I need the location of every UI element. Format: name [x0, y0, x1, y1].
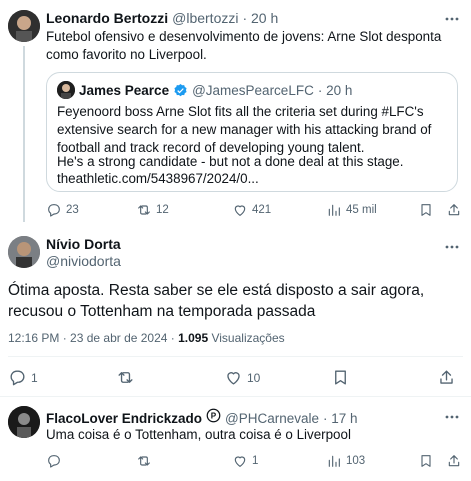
- share-icon: [440, 370, 453, 384]
- tweet-2: Nívio Dorta @niviodorta Ótima aposta. Re…: [0, 228, 471, 398]
- tweet-1[interactable]: Leonardo Bertozzi @lbertozzi · 20 h Fute…: [0, 0, 471, 228]
- views-number: 1.095: [178, 331, 209, 345]
- divider: [0, 396, 471, 397]
- views-count: 45 mil: [346, 204, 377, 216]
- verified-badge-icon: [173, 83, 188, 98]
- quote-author-name: James Pearce: [79, 82, 170, 98]
- like-count: 10: [247, 370, 261, 385]
- author-handle[interactable]: @lbertozzi: [172, 10, 238, 26]
- divider: [8, 356, 463, 357]
- views-label: Visualizações: [208, 331, 285, 345]
- views-button[interactable]: 45 mil: [326, 202, 377, 218]
- retweet-count: 12: [156, 204, 169, 216]
- retweet-icon: [138, 205, 150, 215]
- quote-author-handle: @JamesPearceLFC: [192, 82, 314, 98]
- reply-icon: [10, 370, 25, 386]
- bookmark-icon: [421, 455, 431, 467]
- views-button[interactable]: 103: [326, 453, 365, 469]
- like-count: 1: [252, 455, 259, 467]
- like-button[interactable]: 1: [232, 453, 258, 469]
- bookmark-icon: [421, 204, 431, 216]
- author-name[interactable]: FlacoLover Endrickzado: [46, 411, 202, 426]
- retweet-button[interactable]: 12: [136, 202, 169, 218]
- premium-badge-icon: P: [206, 408, 221, 428]
- reply-button[interactable]: 23: [46, 202, 79, 218]
- share-button[interactable]: [437, 368, 456, 387]
- tweet-text: Futebol ofensivo e desenvolvimento de jo…: [46, 29, 442, 62]
- bookmark-button[interactable]: [418, 202, 434, 218]
- tweet-text: Uma coisa é o Tottenham, outra coisa é o…: [46, 427, 351, 442]
- heart-icon: [234, 205, 246, 216]
- share-icon: [448, 204, 460, 216]
- reply-button[interactable]: [46, 453, 66, 469]
- bookmark-icon: [335, 370, 346, 385]
- like-count: 421: [252, 204, 272, 216]
- share-icon: [448, 455, 460, 467]
- analytics-icon: [328, 455, 340, 467]
- quote-text: Feyenoord boss Arne Slot fits all the cr…: [57, 104, 432, 155]
- analytics-icon: [328, 204, 340, 216]
- avatar[interactable]: [8, 10, 40, 42]
- avatar[interactable]: [8, 236, 40, 268]
- tweet-meta: 12:16 PM · 23 de abr de 2024 · 1.095 Vis…: [8, 331, 285, 345]
- author-name[interactable]: Leonardo Bertozzi: [46, 10, 168, 26]
- reply-button[interactable]: 1: [8, 368, 38, 387]
- tweet-text: Ótima aposta. Resta saber se ele está di…: [8, 282, 425, 320]
- reply-count: 1: [31, 370, 38, 385]
- thread-line: [23, 46, 25, 222]
- retweet-icon: [138, 456, 150, 466]
- tweet-time[interactable]: · 20 h: [242, 10, 278, 26]
- quote-time: · 20 h: [317, 82, 353, 98]
- heart-icon: [227, 372, 240, 385]
- quote-avatar: [57, 81, 75, 99]
- author-handle[interactable]: @niviodorta: [46, 253, 121, 269]
- bookmark-button[interactable]: [418, 453, 434, 469]
- like-button[interactable]: 10: [224, 368, 260, 387]
- share-button[interactable]: [446, 453, 462, 469]
- retweet-button[interactable]: [116, 368, 139, 387]
- retweet-icon: [118, 372, 133, 383]
- bookmark-button[interactable]: [331, 368, 350, 387]
- quote-link[interactable]: theathletic.com/5438967/2024/0...: [57, 170, 451, 188]
- views-count: 103: [346, 455, 366, 467]
- tweet-timestamp[interactable]: 12:16 PM · 23 de abr de 2024 ·: [8, 331, 178, 345]
- svg-text:P: P: [211, 411, 217, 420]
- author-name[interactable]: Nívio Dorta: [46, 236, 121, 252]
- quote-text-2: He's a strong candidate - but not a done…: [57, 154, 404, 169]
- tweet-time[interactable]: · 17 h: [323, 411, 358, 426]
- retweet-button[interactable]: [136, 453, 156, 469]
- reply-count: 23: [66, 204, 79, 216]
- more-icon[interactable]: [443, 238, 461, 261]
- heart-icon: [234, 456, 246, 467]
- like-button[interactable]: 421: [232, 202, 271, 218]
- reply-icon: [48, 204, 60, 217]
- tweet-3[interactable]: FlacoLover Endrickzado P @PHCarnevale · …: [0, 398, 471, 481]
- reply-icon: [48, 455, 60, 468]
- author-handle[interactable]: @PHCarnevale: [225, 411, 319, 426]
- avatar[interactable]: [8, 406, 40, 438]
- quoted-tweet[interactable]: James Pearce @JamesPearceLFC · 20 h Feye…: [46, 72, 458, 192]
- share-button[interactable]: [446, 202, 462, 218]
